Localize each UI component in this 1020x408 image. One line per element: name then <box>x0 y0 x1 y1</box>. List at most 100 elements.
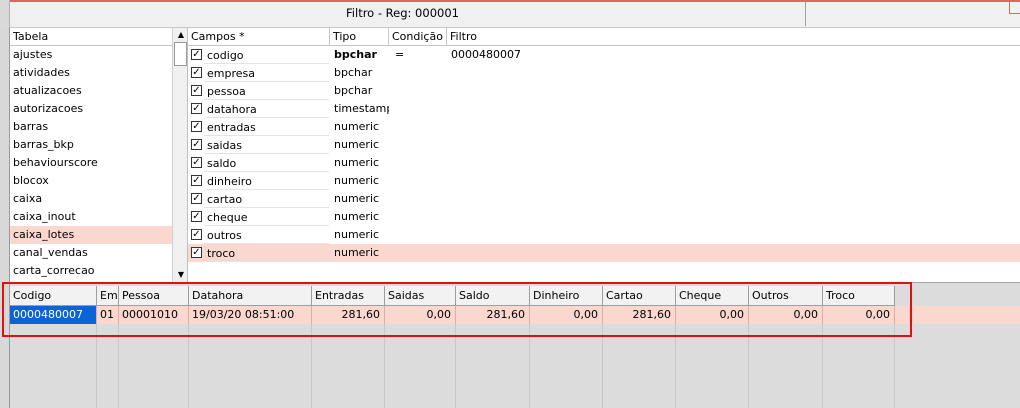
results-cell[interactable]: 19/03/20 08:51:00 <box>189 306 312 324</box>
field-filter-value[interactable] <box>451 118 751 136</box>
results-cell[interactable]: 0000480007 <box>10 306 97 324</box>
list-item[interactable]: canal_vendas <box>10 244 172 262</box>
table-row[interactable]: 0000480007 01 00001010 19/03/20 08:51:00 281… <box>10 306 1020 324</box>
down-arrow-icon[interactable]: ▼ <box>173 268 187 282</box>
field-row[interactable]: ✓ codigo bpchar = 0000480007 <box>188 46 1020 64</box>
field-filter-value[interactable] <box>451 64 751 82</box>
field-filter-value[interactable] <box>451 244 751 262</box>
results-cell[interactable]: 0,00 <box>385 306 456 324</box>
column-header-tipo[interactable]: Tipo <box>330 28 389 46</box>
checkbox[interactable]: ✓ <box>191 229 202 240</box>
results-column-header[interactable]: Datahora <box>189 286 312 306</box>
checkbox[interactable]: ✓ <box>191 211 202 222</box>
field-row[interactable]: ✓ saldo numeric <box>188 154 1020 172</box>
results-cell[interactable]: 0,00 <box>749 306 823 324</box>
field-condition[interactable] <box>395 190 445 208</box>
field-condition[interactable]: = <box>395 46 445 64</box>
list-item[interactable]: ajustes <box>10 46 172 64</box>
field-condition[interactable] <box>395 208 445 226</box>
checkbox[interactable]: ✓ <box>191 139 202 150</box>
up-arrow-icon[interactable]: ▲ <box>173 28 187 42</box>
results-column-header[interactable]: Emp <box>97 286 119 306</box>
field-condition[interactable] <box>395 64 445 82</box>
field-filter-value[interactable] <box>451 82 751 100</box>
field-filter-value[interactable] <box>451 100 751 118</box>
results-cell[interactable]: 0,00 <box>530 306 603 324</box>
field-row[interactable]: ✓ cartao numeric <box>188 190 1020 208</box>
results-column-header[interactable]: Troco <box>823 286 895 306</box>
grid-line <box>188 324 189 408</box>
column-header-campos[interactable]: Campos * <box>188 28 330 46</box>
field-condition[interactable] <box>395 100 445 118</box>
field-filter-value[interactable] <box>451 172 751 190</box>
field-row[interactable]: ✓ dinheiro numeric <box>188 172 1020 190</box>
checkmark-icon: ✓ <box>192 157 201 168</box>
field-row[interactable]: ✓ cheque numeric <box>188 208 1020 226</box>
list-item[interactable]: atividades <box>10 64 172 82</box>
results-cell[interactable]: 281,60 <box>312 306 385 324</box>
field-row[interactable]: ✓ entradas numeric <box>188 118 1020 136</box>
results-column-header[interactable]: Dinheiro <box>530 286 603 306</box>
field-row[interactable]: ✓ pessoa bpchar <box>188 82 1020 100</box>
results-column-header[interactable]: Saldo <box>456 286 530 306</box>
field-condition[interactable] <box>395 118 445 136</box>
checkbox[interactable]: ✓ <box>191 193 202 204</box>
field-row[interactable]: ✓ outros numeric <box>188 226 1020 244</box>
list-item[interactable]: caixa_lotes <box>10 226 172 244</box>
column-header-filtro[interactable]: Filtro <box>447 28 1020 46</box>
results-cell[interactable]: 281,60 <box>603 306 676 324</box>
field-filter-value[interactable] <box>451 208 751 226</box>
field-row[interactable]: ✓ troco numeric <box>188 244 1020 262</box>
results-cell[interactable]: 01 <box>97 306 119 324</box>
checkbox[interactable]: ✓ <box>191 67 202 78</box>
list-item[interactable]: barras <box>10 118 172 136</box>
table-list-scrollbar[interactable]: ▲ ▼ <box>172 28 187 282</box>
results-cell[interactable]: 281,60 <box>456 306 530 324</box>
field-filter-value[interactable] <box>451 190 751 208</box>
list-item[interactable]: autorizacoes <box>10 100 172 118</box>
field-condition[interactable] <box>395 154 445 172</box>
list-item[interactable]: blocox <box>10 172 172 190</box>
field-condition[interactable] <box>395 226 445 244</box>
list-item[interactable]: carta_correcao <box>10 262 172 280</box>
scrollbar-thumb[interactable] <box>174 42 187 66</box>
list-item[interactable]: barras_bkp <box>10 136 172 154</box>
column-header-condicao[interactable]: Condição <box>389 28 447 46</box>
field-row[interactable]: ✓ saidas numeric <box>188 136 1020 154</box>
field-condition[interactable] <box>395 136 445 154</box>
title-bar: Filtro - Reg: 000001 <box>0 0 1020 28</box>
list-item[interactable]: caixa <box>10 190 172 208</box>
results-column-header[interactable]: Saidas <box>385 286 456 306</box>
results-cell[interactable]: 0,00 <box>823 306 895 324</box>
results-cell[interactable]: 00001010 <box>119 306 189 324</box>
checkbox[interactable]: ✓ <box>191 85 202 96</box>
checkmark-icon: ✓ <box>192 85 201 96</box>
field-filter-value[interactable] <box>451 154 751 172</box>
checkbox[interactable]: ✓ <box>191 49 202 60</box>
field-condition[interactable] <box>395 82 445 100</box>
results-column-header[interactable]: Entradas <box>312 286 385 306</box>
results-cell[interactable]: 0,00 <box>676 306 749 324</box>
field-condition[interactable] <box>395 172 445 190</box>
grid-line <box>384 324 385 408</box>
checkbox[interactable]: ✓ <box>191 247 202 258</box>
list-item[interactable]: behaviourscore <box>10 154 172 172</box>
results-column-header[interactable]: Codigo <box>10 286 97 306</box>
grid-line <box>675 324 676 408</box>
checkbox[interactable]: ✓ <box>191 121 202 132</box>
results-column-header[interactable]: Cheque <box>676 286 749 306</box>
field-filter-value[interactable]: 0000480007 <box>451 46 751 64</box>
field-condition[interactable] <box>395 244 445 262</box>
list-item[interactable]: atualizacoes <box>10 82 172 100</box>
results-column-header[interactable]: Cartao <box>603 286 676 306</box>
field-filter-value[interactable] <box>451 136 751 154</box>
field-filter-value[interactable] <box>451 226 751 244</box>
checkbox[interactable]: ✓ <box>191 157 202 168</box>
list-item[interactable]: caixa_inout <box>10 208 172 226</box>
checkbox[interactable]: ✓ <box>191 175 202 186</box>
field-row[interactable]: ✓ empresa bpchar <box>188 64 1020 82</box>
checkbox[interactable]: ✓ <box>191 103 202 114</box>
field-row[interactable]: ✓ datahora timestamp <box>188 100 1020 118</box>
results-column-header[interactable]: Pessoa <box>119 286 189 306</box>
results-column-header[interactable]: Outros <box>749 286 823 306</box>
